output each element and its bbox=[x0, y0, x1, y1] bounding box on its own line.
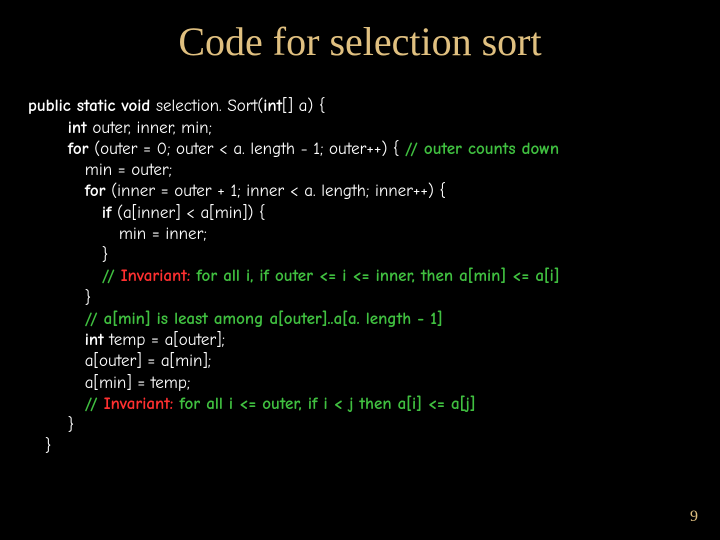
kw: int bbox=[263, 97, 282, 116]
comment: // a[min] is least among a[outer]..a[a. … bbox=[85, 310, 443, 329]
comment: // bbox=[102, 267, 121, 286]
kw: for bbox=[85, 182, 106, 201]
kw: if bbox=[102, 204, 112, 223]
t: temp = a[outer]; bbox=[104, 331, 225, 350]
t: a[outer] = a[min]; bbox=[85, 352, 211, 371]
t: (a[inner] < a[min]) { bbox=[111, 204, 265, 223]
t: a[min] = temp; bbox=[85, 374, 190, 393]
page-number: 9 bbox=[690, 508, 698, 526]
t: outer, inner, min; bbox=[87, 119, 212, 138]
t: (inner = outer + 1; inner < a. length; i… bbox=[106, 182, 446, 201]
comment: // outer counts down bbox=[405, 140, 559, 159]
t: selection. Sort( bbox=[150, 97, 263, 116]
t: min = outer; bbox=[85, 161, 172, 180]
comment: // bbox=[85, 395, 104, 414]
t: } bbox=[102, 246, 108, 265]
comment: for all i, if outer <= i <= inner, then … bbox=[190, 267, 559, 286]
invariant: Invariant: bbox=[121, 267, 191, 286]
kw: public static void bbox=[28, 97, 150, 116]
t: } bbox=[68, 416, 74, 435]
code-block: public static void selection. Sort(int[]… bbox=[0, 75, 720, 458]
t: } bbox=[85, 289, 91, 308]
t: min = inner; bbox=[119, 225, 207, 244]
kw: int bbox=[85, 331, 104, 350]
t: [] a) { bbox=[282, 97, 325, 116]
comment: for all i <= outer, if i < j then a[i] <… bbox=[173, 395, 475, 414]
kw: for bbox=[68, 140, 89, 159]
t: (outer = 0; outer < a. length - 1; outer… bbox=[89, 140, 406, 159]
slide-title: Code for selection sort bbox=[0, 0, 720, 75]
slide: Code for selection sort public static vo… bbox=[0, 0, 720, 540]
invariant: Invariant: bbox=[104, 395, 174, 414]
kw: int bbox=[68, 119, 87, 138]
t: } bbox=[45, 437, 51, 456]
